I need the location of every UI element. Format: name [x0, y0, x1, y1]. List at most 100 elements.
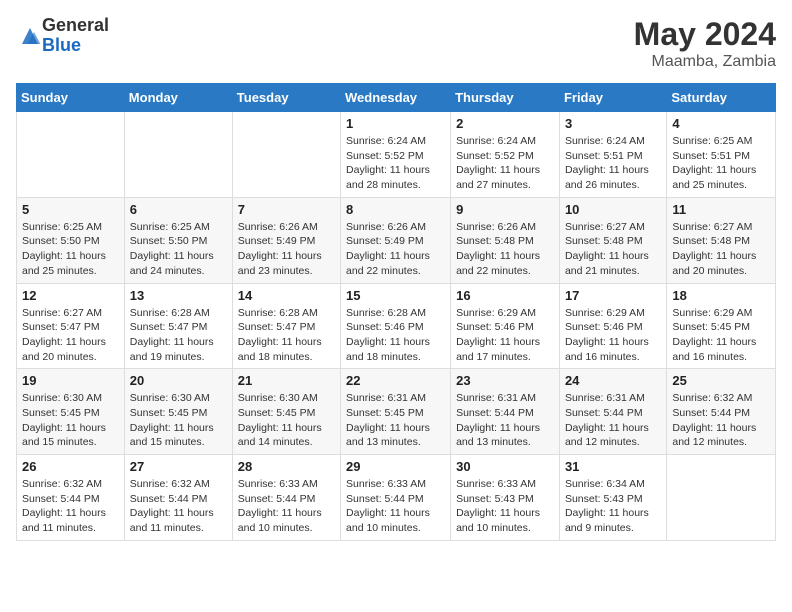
day-info: Sunrise: 6:25 AM Sunset: 5:50 PM Dayligh… — [22, 220, 119, 279]
day-info: Sunrise: 6:33 AM Sunset: 5:44 PM Dayligh… — [346, 477, 445, 536]
day-info: Sunrise: 6:30 AM Sunset: 5:45 PM Dayligh… — [22, 391, 119, 450]
day-number: 3 — [565, 116, 661, 131]
day-number: 1 — [346, 116, 445, 131]
day-number: 21 — [238, 373, 335, 388]
weekday-header: Saturday — [667, 84, 776, 112]
calendar-cell: 22Sunrise: 6:31 AM Sunset: 5:45 PM Dayli… — [341, 369, 451, 455]
calendar-cell: 11Sunrise: 6:27 AM Sunset: 5:48 PM Dayli… — [667, 197, 776, 283]
weekday-header: Friday — [559, 84, 666, 112]
day-info: Sunrise: 6:27 AM Sunset: 5:48 PM Dayligh… — [565, 220, 661, 279]
day-number: 31 — [565, 459, 661, 474]
day-number: 17 — [565, 288, 661, 303]
logo-general: General — [42, 16, 109, 36]
calendar-cell — [667, 455, 776, 541]
calendar-cell: 31Sunrise: 6:34 AM Sunset: 5:43 PM Dayli… — [559, 455, 666, 541]
calendar-cell — [124, 112, 232, 198]
calendar-week-row: 26 Sunrise: 6:32 AM Sunset: 5:44 PM Dayli… — [17, 455, 776, 541]
day-info: Sunrise: 6:26 AM Sunset: 5:48 PM Dayligh… — [456, 220, 554, 279]
day-number: 20 — [130, 373, 227, 388]
calendar-table: SundayMondayTuesdayWednesdayThursdayFrid… — [16, 83, 776, 541]
calendar-cell — [17, 112, 125, 198]
day-info: Sunrise: 6:27 AM Sunset: 5:47 PM Dayligh… — [22, 306, 119, 365]
day-info: Sunrise: 6:24 AM Sunset: 5:52 PM Dayligh… — [456, 134, 554, 193]
logo-text: General Blue — [42, 16, 109, 56]
day-number: 16 — [456, 288, 554, 303]
calendar-cell: 28 Sunrise: 6:33 AM Sunset: 5:44 PM Dayli… — [232, 455, 340, 541]
calendar-cell: 26 Sunrise: 6:32 AM Sunset: 5:44 PM Dayli… — [17, 455, 125, 541]
day-number: 18 — [672, 288, 770, 303]
day-number: 23 — [456, 373, 554, 388]
day-info: Sunrise: 6:28 AM Sunset: 5:47 PM Dayligh… — [130, 306, 227, 365]
calendar-week-row: 1 Sunrise: 6:24 AM Sunset: 5:52 PM Daylig… — [17, 112, 776, 198]
day-info: Sunrise: 6:26 AM Sunset: 5:49 PM Dayligh… — [238, 220, 335, 279]
calendar-cell: 12 Sunrise: 6:27 AM Sunset: 5:47 PM Dayli… — [17, 283, 125, 369]
day-info: Sunrise: 6:31 AM Sunset: 5:44 PM Dayligh… — [456, 391, 554, 450]
calendar-cell: 6 Sunrise: 6:25 AM Sunset: 5:50 PM Daylig… — [124, 197, 232, 283]
day-number: 27 — [130, 459, 227, 474]
day-info: Sunrise: 6:33 AM Sunset: 5:43 PM Dayligh… — [456, 477, 554, 536]
day-number: 9 — [456, 202, 554, 217]
day-number: 6 — [130, 202, 227, 217]
calendar-cell: 13 Sunrise: 6:28 AM Sunset: 5:47 PM Dayli… — [124, 283, 232, 369]
calendar-cell: 16 Sunrise: 6:29 AM Sunset: 5:46 PM Dayli… — [451, 283, 560, 369]
day-number: 14 — [238, 288, 335, 303]
calendar-cell: 18 Sunrise: 6:29 AM Sunset: 5:45 PM Dayli… — [667, 283, 776, 369]
logo: General Blue — [16, 16, 109, 56]
day-number: 13 — [130, 288, 227, 303]
day-info: Sunrise: 6:29 AM Sunset: 5:45 PM Dayligh… — [672, 306, 770, 365]
weekday-header: Wednesday — [341, 84, 451, 112]
calendar-cell: 29 Sunrise: 6:33 AM Sunset: 5:44 PM Dayli… — [341, 455, 451, 541]
day-info: Sunrise: 6:33 AM Sunset: 5:44 PM Dayligh… — [238, 477, 335, 536]
calendar-cell: 17 Sunrise: 6:29 AM Sunset: 5:46 PM Dayli… — [559, 283, 666, 369]
day-number: 10 — [565, 202, 661, 217]
day-info: Sunrise: 6:25 AM Sunset: 5:50 PM Dayligh… — [130, 220, 227, 279]
day-number: 19 — [22, 373, 119, 388]
day-number: 12 — [22, 288, 119, 303]
day-info: Sunrise: 6:28 AM Sunset: 5:46 PM Dayligh… — [346, 306, 445, 365]
logo-icon — [18, 24, 42, 48]
day-number: 11 — [672, 202, 770, 217]
calendar-cell: 25 Sunrise: 6:32 AM Sunset: 5:44 PM Dayli… — [667, 369, 776, 455]
day-number: 29 — [346, 459, 445, 474]
calendar-cell: 20 Sunrise: 6:30 AM Sunset: 5:45 PM Dayli… — [124, 369, 232, 455]
day-number: 8 — [346, 202, 445, 217]
calendar-cell: 3 Sunrise: 6:24 AM Sunset: 5:51 PM Daylig… — [559, 112, 666, 198]
title-section: May 2024 Maamba, Zambia — [634, 16, 776, 71]
day-info: Sunrise: 6:26 AM Sunset: 5:49 PM Dayligh… — [346, 220, 445, 279]
weekday-header: Tuesday — [232, 84, 340, 112]
day-info: Sunrise: 6:24 AM Sunset: 5:51 PM Dayligh… — [565, 134, 661, 193]
day-info: Sunrise: 6:29 AM Sunset: 5:46 PM Dayligh… — [456, 306, 554, 365]
calendar-cell: 27 Sunrise: 6:32 AM Sunset: 5:44 PM Dayli… — [124, 455, 232, 541]
day-number: 22 — [346, 373, 445, 388]
weekday-header-row: SundayMondayTuesdayWednesdayThursdayFrid… — [17, 84, 776, 112]
weekday-header: Sunday — [17, 84, 125, 112]
day-number: 28 — [238, 459, 335, 474]
day-number: 25 — [672, 373, 770, 388]
calendar-cell: 23 Sunrise: 6:31 AM Sunset: 5:44 PM Dayli… — [451, 369, 560, 455]
calendar-cell: 30Sunrise: 6:33 AM Sunset: 5:43 PM Dayli… — [451, 455, 560, 541]
day-info: Sunrise: 6:32 AM Sunset: 5:44 PM Dayligh… — [130, 477, 227, 536]
day-info: Sunrise: 6:32 AM Sunset: 5:44 PM Dayligh… — [672, 391, 770, 450]
day-number: 15 — [346, 288, 445, 303]
day-number: 2 — [456, 116, 554, 131]
calendar-cell: 1 Sunrise: 6:24 AM Sunset: 5:52 PM Daylig… — [341, 112, 451, 198]
calendar-week-row: 5Sunrise: 6:25 AM Sunset: 5:50 PM Daylig… — [17, 197, 776, 283]
day-info: Sunrise: 6:25 AM Sunset: 5:51 PM Dayligh… — [672, 134, 770, 193]
day-info: Sunrise: 6:32 AM Sunset: 5:44 PM Dayligh… — [22, 477, 119, 536]
day-number: 7 — [238, 202, 335, 217]
calendar-cell: 5Sunrise: 6:25 AM Sunset: 5:50 PM Daylig… — [17, 197, 125, 283]
day-info: Sunrise: 6:30 AM Sunset: 5:45 PM Dayligh… — [130, 391, 227, 450]
calendar-cell: 4Sunrise: 6:25 AM Sunset: 5:51 PM Daylig… — [667, 112, 776, 198]
calendar-week-row: 19 Sunrise: 6:30 AM Sunset: 5:45 PM Dayli… — [17, 369, 776, 455]
day-info: Sunrise: 6:24 AM Sunset: 5:52 PM Dayligh… — [346, 134, 445, 193]
day-info: Sunrise: 6:28 AM Sunset: 5:47 PM Dayligh… — [238, 306, 335, 365]
calendar-cell — [232, 112, 340, 198]
weekday-header: Thursday — [451, 84, 560, 112]
month-year: May 2024 — [634, 16, 776, 53]
calendar-cell: 15 Sunrise: 6:28 AM Sunset: 5:46 PM Dayli… — [341, 283, 451, 369]
day-info: Sunrise: 6:30 AM Sunset: 5:45 PM Dayligh… — [238, 391, 335, 450]
day-number: 26 — [22, 459, 119, 474]
day-info: Sunrise: 6:31 AM Sunset: 5:44 PM Dayligh… — [565, 391, 661, 450]
day-info: Sunrise: 6:29 AM Sunset: 5:46 PM Dayligh… — [565, 306, 661, 365]
calendar-cell: 19 Sunrise: 6:30 AM Sunset: 5:45 PM Dayli… — [17, 369, 125, 455]
